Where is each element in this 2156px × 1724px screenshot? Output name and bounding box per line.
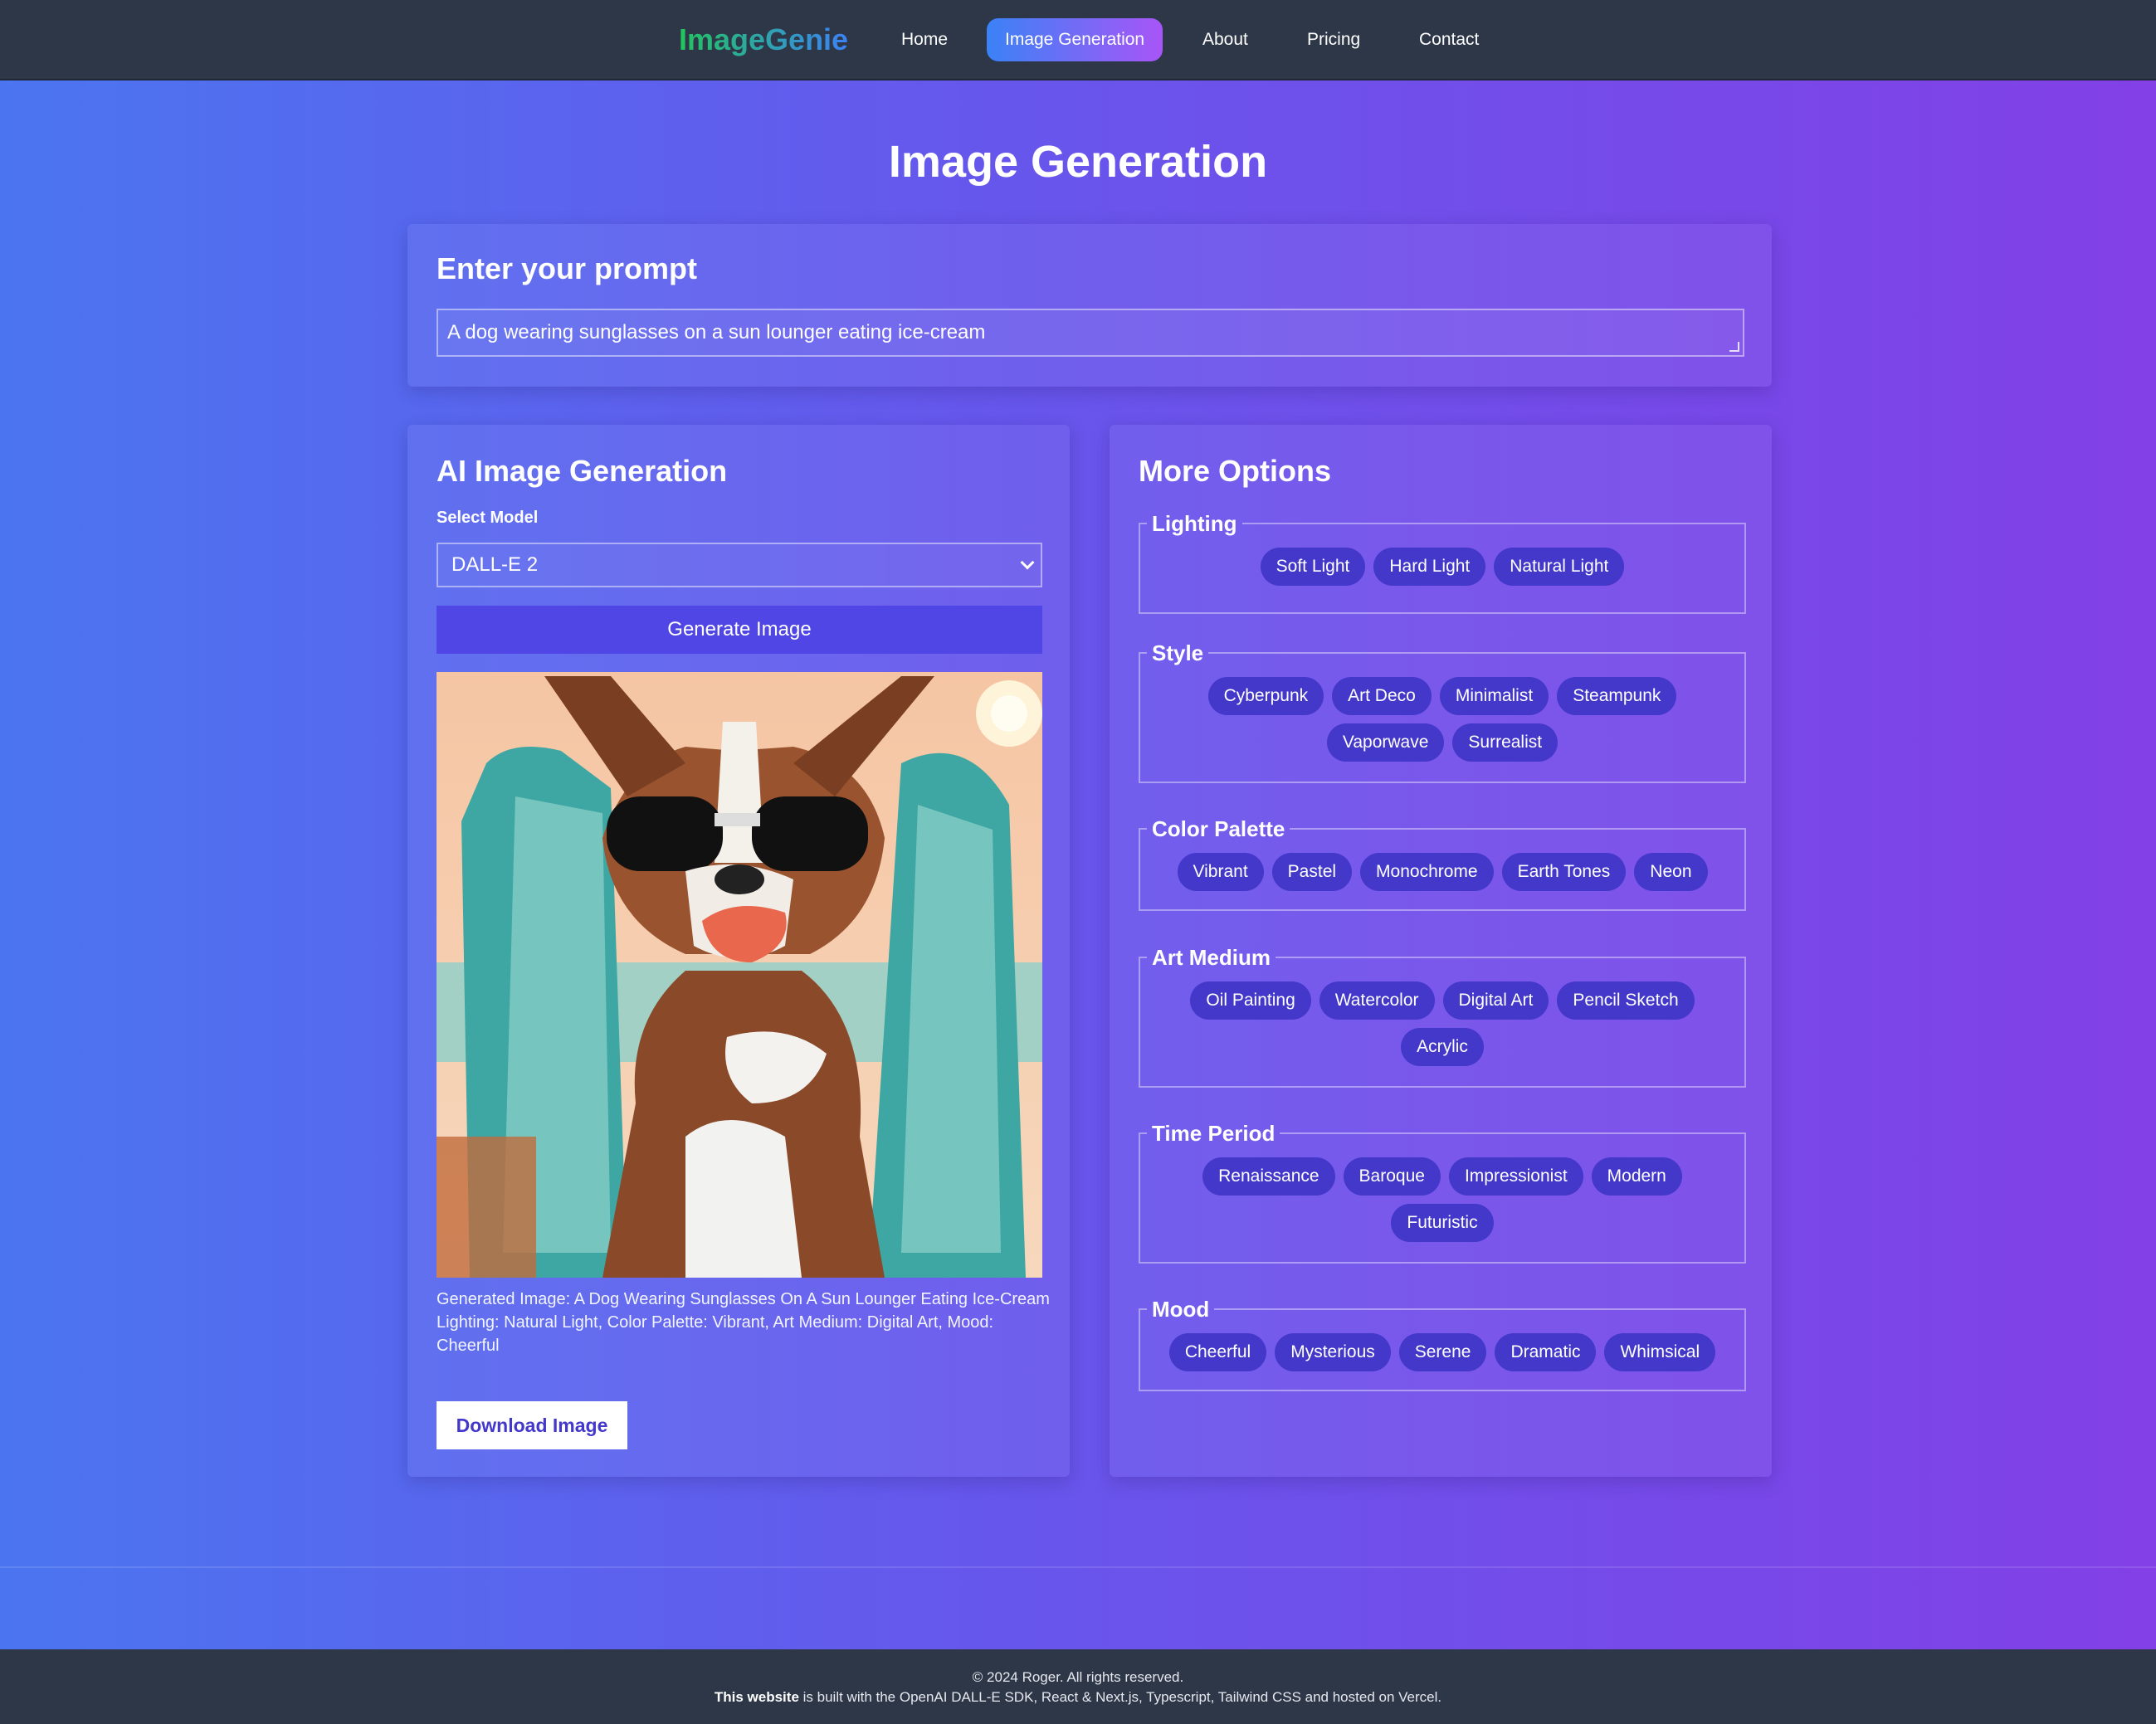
footer: © 2024 Roger. All rights reserved. This … [0, 1649, 2156, 1724]
chip-minimalist[interactable]: Minimalist [1439, 677, 1549, 715]
footer-built-bold: This website [714, 1689, 799, 1705]
chevron-down-icon [1020, 555, 1035, 570]
chip-whimsical[interactable]: Whimsical [1604, 1333, 1716, 1371]
chip-pencil-sketch[interactable]: Pencil Sketch [1557, 981, 1695, 1020]
nav-item-contact[interactable]: Contact [1401, 18, 1497, 61]
chip-steampunk[interactable]: Steampunk [1557, 677, 1677, 715]
chip-cheerful[interactable]: Cheerful [1168, 1333, 1267, 1371]
chip-monochrome[interactable]: Monochrome [1360, 853, 1494, 891]
group-title: Lighting [1152, 511, 1237, 536]
group-title: Art Medium [1152, 945, 1271, 970]
model-select[interactable]: DALL-E 2 [437, 543, 1042, 587]
chip-cyberpunk[interactable]: Cyberpunk [1207, 677, 1324, 715]
nav-item-image-generation[interactable]: Image Generation [987, 18, 1163, 61]
generate-image-button[interactable]: Generate Image [437, 606, 1042, 654]
more-options-heading: More Options [1139, 454, 1331, 488]
chip-hard-light[interactable]: Hard Light [1373, 548, 1486, 586]
footer-built-with: This website is built with the OpenAI DA… [0, 1689, 2156, 1706]
option-group-color-palette: Color Palette Vibrant Pastel Monochrome … [1139, 816, 1746, 911]
chip-neon[interactable]: Neon [1634, 853, 1708, 891]
dog-image-illustration [437, 672, 1042, 1278]
image-caption: Generated Image: A Dog Wearing Sunglasse… [437, 1288, 1051, 1357]
chip-serene[interactable]: Serene [1398, 1333, 1487, 1371]
group-title: Color Palette [1152, 816, 1285, 841]
caption-line-1: Generated Image: A Dog Wearing Sunglasse… [437, 1290, 1050, 1308]
prompt-card: Enter your prompt A dog wearing sunglass… [407, 224, 1772, 387]
chip-digital-art[interactable]: Digital Art [1442, 981, 1549, 1020]
prompt-text: A dog wearing sunglasses on a sun lounge… [447, 321, 986, 343]
model-label: Select Model [437, 509, 539, 527]
prompt-heading: Enter your prompt [437, 251, 698, 285]
footer-built-rest: is built with the OpenAI DALL-E SDK, Rea… [798, 1689, 1442, 1705]
footer-copyright: © 2024 Roger. All rights reserved. [972, 1669, 1184, 1685]
chip-baroque[interactable]: Baroque [1343, 1157, 1441, 1196]
chip-surrealist[interactable]: Surrealist [1452, 723, 1558, 762]
generation-heading: AI Image Generation [437, 454, 728, 488]
chip-soft-light[interactable]: Soft Light [1260, 548, 1366, 586]
generated-image [437, 672, 1042, 1278]
nav-item-about[interactable]: About [1184, 18, 1266, 61]
option-group-style: Style Cyberpunk Art Deco Minimalist Stea… [1139, 640, 1746, 783]
logo[interactable]: ImageGenie [679, 22, 848, 58]
resize-handle-icon[interactable] [1729, 342, 1739, 352]
chip-natural-light[interactable]: Natural Light [1494, 548, 1625, 586]
download-image-button[interactable]: Download Image [437, 1401, 627, 1449]
top-nav: ImageGenie Home Image Generation About P… [0, 0, 2156, 80]
chip-impressionist[interactable]: Impressionist [1448, 1157, 1583, 1196]
more-options-card: More Options Lighting Soft Light Hard Li… [1110, 425, 1772, 1477]
option-group-lighting: Lighting Soft Light Hard Light Natural L… [1139, 511, 1746, 614]
ai-generation-card: AI Image Generation Select Model DALL-E … [407, 425, 1070, 1477]
caption-line-2: Lighting: Natural Light, Color Palette: … [437, 1313, 994, 1355]
chip-oil-painting[interactable]: Oil Painting [1190, 981, 1311, 1020]
chip-watercolor[interactable]: Watercolor [1319, 981, 1435, 1020]
chip-renaissance[interactable]: Renaissance [1202, 1157, 1335, 1196]
prompt-textarea[interactable]: A dog wearing sunglasses on a sun lounge… [437, 309, 1744, 357]
footer-divider [0, 1566, 2156, 1568]
chip-mysterious[interactable]: Mysterious [1275, 1333, 1391, 1371]
option-group-art-medium: Art Medium Oil Painting Watercolor Digit… [1139, 945, 1746, 1088]
group-title: Mood [1152, 1297, 1210, 1322]
model-select-value: DALL-E 2 [451, 553, 539, 576]
chip-pastel[interactable]: Pastel [1271, 853, 1353, 891]
chip-acrylic[interactable]: Acrylic [1401, 1028, 1484, 1066]
chip-futuristic[interactable]: Futuristic [1391, 1204, 1494, 1242]
chip-earth-tones[interactable]: Earth Tones [1501, 853, 1627, 891]
chip-vibrant[interactable]: Vibrant [1177, 853, 1264, 891]
chip-art-deco[interactable]: Art Deco [1332, 677, 1432, 715]
nav-item-home[interactable]: Home [883, 18, 966, 61]
group-title: Time Period [1152, 1121, 1276, 1146]
nav-item-pricing[interactable]: Pricing [1289, 18, 1378, 61]
chip-vaporwave[interactable]: Vaporwave [1326, 723, 1445, 762]
chip-dramatic[interactable]: Dramatic [1495, 1333, 1597, 1371]
option-group-mood: Mood Cheerful Mysterious Serene Dramatic… [1139, 1297, 1746, 1391]
option-group-time-period: Time Period Renaissance Baroque Impressi… [1139, 1121, 1746, 1264]
chip-modern[interactable]: Modern [1591, 1157, 1682, 1196]
group-title: Style [1152, 640, 1204, 665]
page-title: Image Generation [888, 137, 1268, 187]
